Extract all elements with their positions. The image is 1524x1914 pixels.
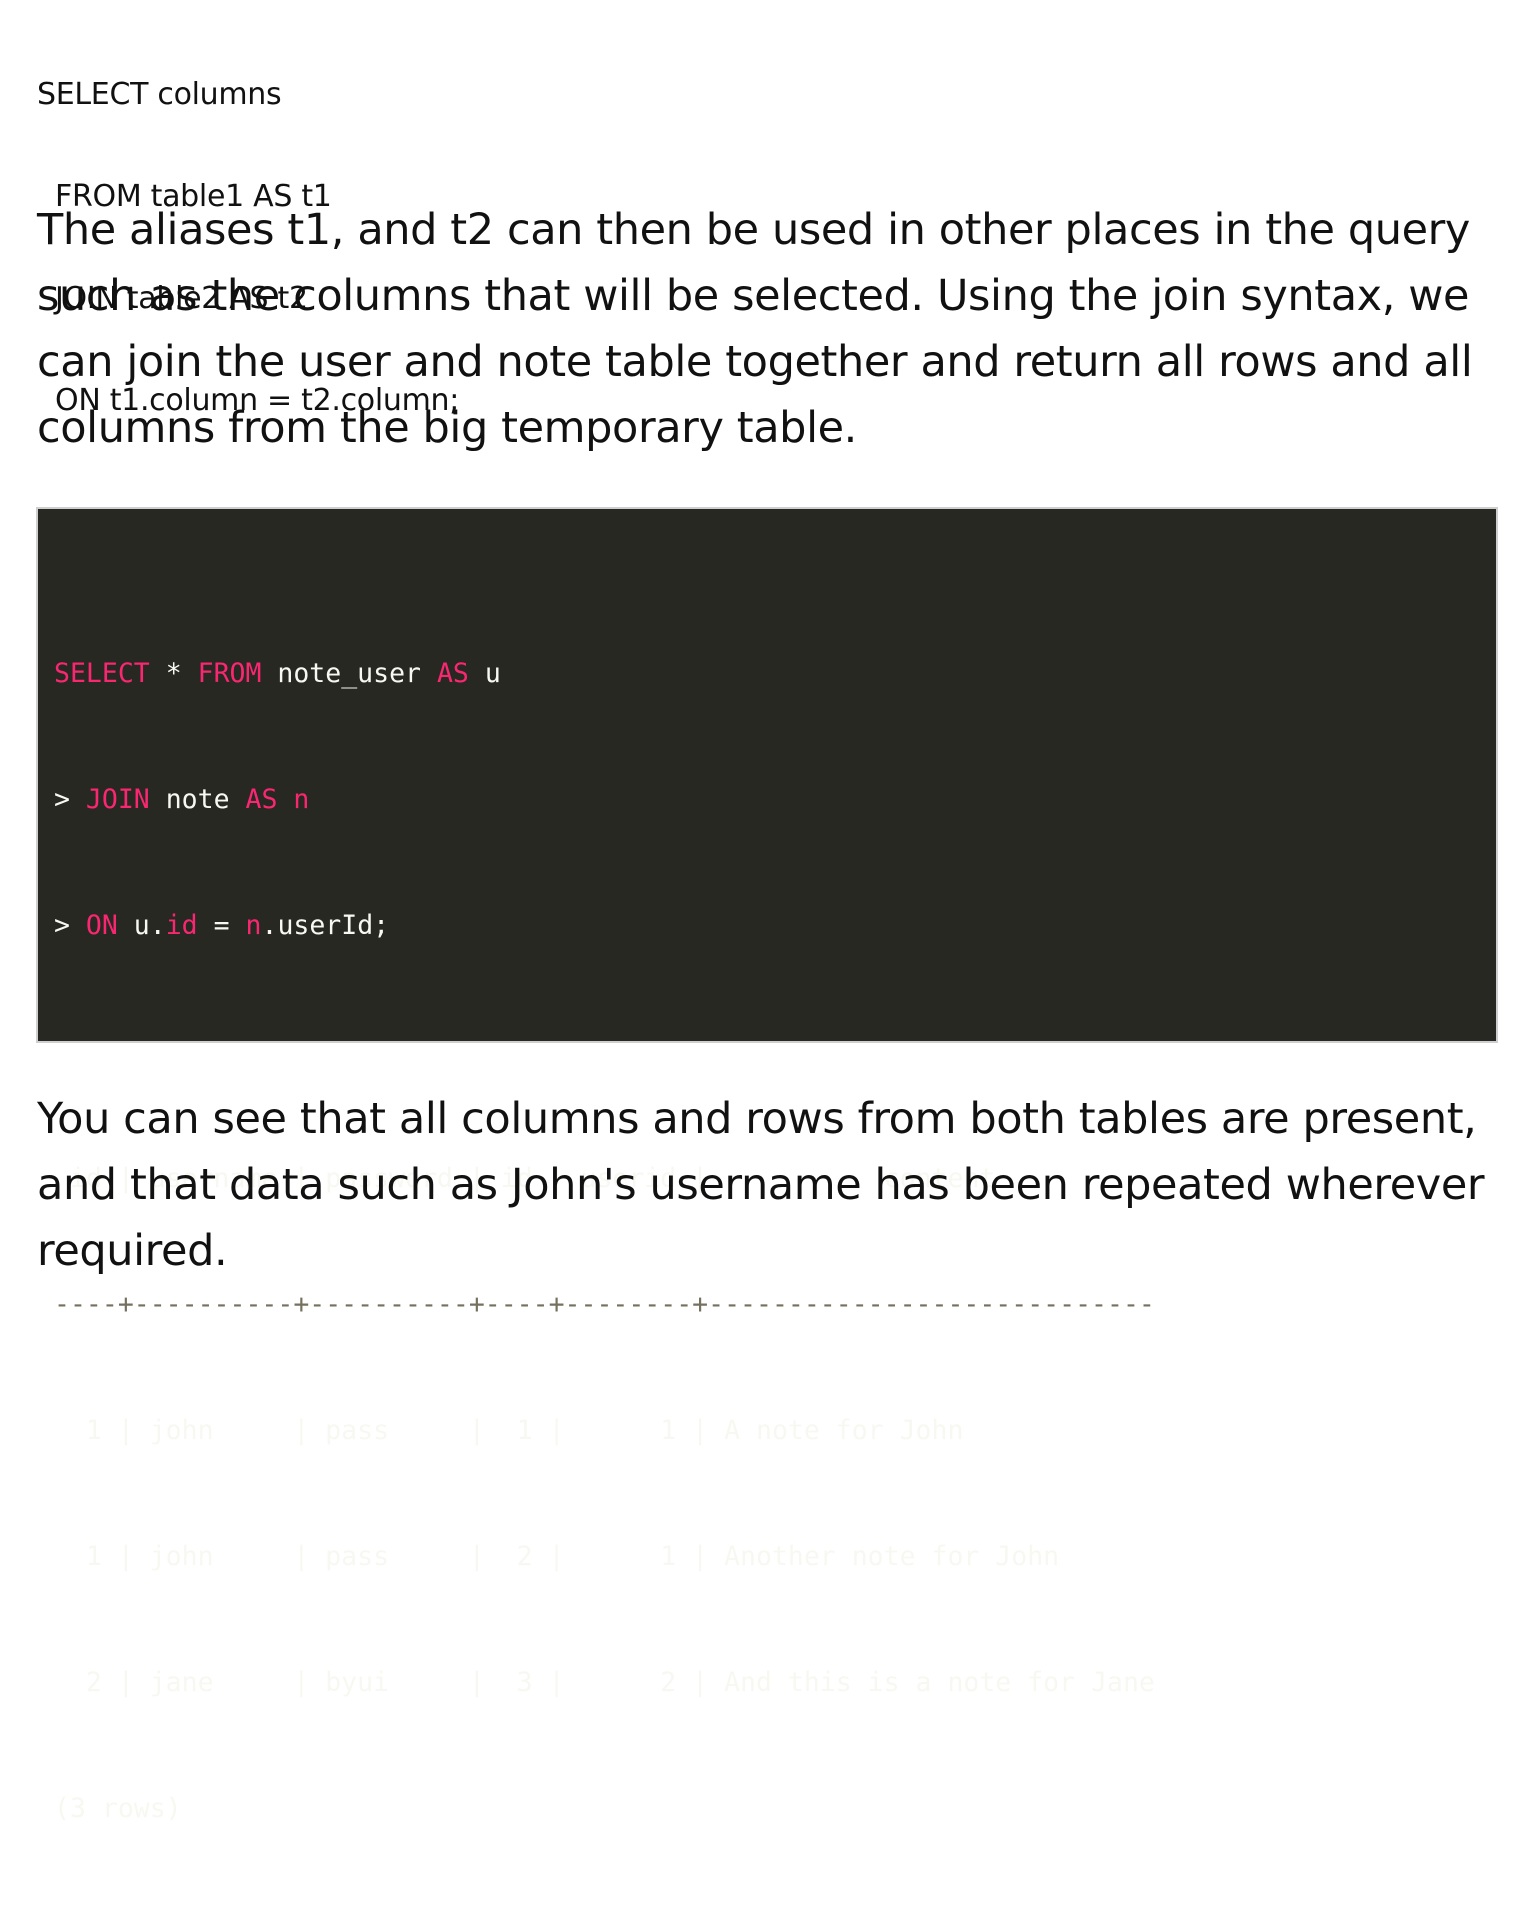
keyword-select: SELECT [54,658,150,689]
snippet-line-select: SELECT columns [37,77,282,112]
table-row: 2 | jane | byui | 3 | 2 | And this is a … [54,1667,1155,1698]
query-text: note_user [261,658,437,689]
query-line-1: SELECT * FROM note_user AS u [54,653,1155,695]
prompt: > [54,784,86,815]
row-count: (3 rows) [54,1793,182,1824]
keyword-as: AS [436,658,469,689]
keyword-id: id [165,910,198,941]
keyword-from: FROM [197,658,262,689]
result-explanation-paragraph: You can see that all columns and rows fr… [37,1094,1485,1276]
query-text: .userId; [261,910,390,941]
prompt: > [54,910,86,941]
aliases-paragraph: The aliases t1, and t2 can then be used … [37,205,1473,453]
keyword-as: AS n [245,784,310,815]
query-line-2: > JOIN note AS n [54,779,1155,821]
terminal-code-block: SELECT * FROM note_user AS u > JOIN note… [36,507,1498,1824]
query-text: note [149,784,246,815]
query-text: u [468,658,501,689]
query-text: * [149,658,198,689]
keyword-join: JOIN [85,784,150,815]
result-separator: ----+----------+----------+----+--------… [54,1289,1155,1320]
query-line-3: > ON u.id = n.userId; [54,905,1155,947]
keyword-n: n [245,910,262,941]
table-row: 1 | john | pass | 2 | 1 | Another note f… [54,1541,1060,1572]
table-row: 1 | john | pass | 1 | 1 | A note for Joh… [54,1415,964,1446]
keyword-on: ON [85,910,118,941]
query-text: u. [117,910,166,941]
query-text: = [197,910,246,941]
